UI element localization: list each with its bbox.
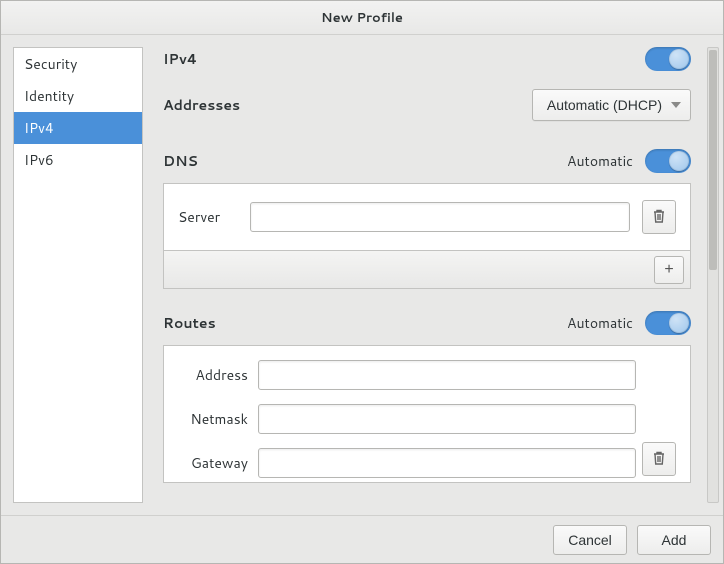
sidebar-item-identity[interactable]: Identity	[14, 80, 142, 112]
toggle-knob	[669, 49, 689, 69]
dialog-footer: Cancel Add	[1, 515, 723, 563]
window-title: New Profile	[321, 9, 403, 27]
dns-server-delete-button[interactable]	[642, 200, 676, 234]
ipv4-heading: IPv4	[163, 49, 197, 69]
route-delete-button[interactable]	[642, 442, 676, 476]
route-address-input[interactable]	[258, 360, 636, 390]
button-label: Cancel	[568, 532, 612, 548]
scrollbar-thumb[interactable]	[709, 50, 717, 270]
settings-sidebar: Security Identity IPv4 IPv6	[13, 47, 143, 503]
addresses-mode-select[interactable]: Automatic (DHCP)	[532, 89, 691, 121]
dns-server-input[interactable]	[250, 202, 630, 232]
routes-heading: Routes	[163, 313, 216, 333]
sidebar-item-ipv4[interactable]: IPv4	[14, 112, 142, 144]
sidebar-item-label: Identity	[24, 86, 74, 106]
dns-heading: DNS	[163, 151, 198, 171]
ipv4-enable-toggle[interactable]	[645, 47, 691, 71]
sidebar-item-ipv6[interactable]: IPv6	[14, 144, 142, 176]
routes-automatic-toggle[interactable]	[645, 311, 691, 335]
toggle-knob	[669, 151, 689, 171]
dns-servers-panel: Server +	[163, 183, 691, 289]
window-titlebar: New Profile	[1, 1, 723, 35]
dns-automatic-toggle[interactable]	[645, 149, 691, 173]
chevron-down-icon	[671, 102, 681, 108]
trash-icon	[652, 208, 666, 227]
route-gateway-input[interactable]	[258, 448, 636, 478]
routes-panel: Address Netmask Gateway	[163, 345, 691, 483]
route-netmask-input[interactable]	[258, 404, 636, 434]
dns-server-label: Server	[178, 207, 238, 227]
content-scrollbar[interactable]	[707, 47, 719, 503]
sidebar-item-label: Security	[24, 54, 77, 74]
sidebar-item-label: IPv6	[24, 150, 54, 170]
add-button[interactable]: Add	[637, 525, 711, 555]
button-label: Add	[662, 532, 687, 548]
toggle-knob	[669, 313, 689, 333]
trash-icon	[652, 450, 666, 469]
route-netmask-label: Netmask	[178, 409, 248, 429]
routes-automatic-label: Automatic	[567, 313, 633, 333]
dns-automatic-label: Automatic	[567, 151, 633, 171]
dns-server-add-button[interactable]: +	[654, 256, 684, 284]
sidebar-item-security[interactable]: Security	[14, 48, 142, 80]
route-gateway-label: Gateway	[178, 453, 248, 473]
addresses-mode-value: Automatic (DHCP)	[547, 97, 662, 113]
ipv4-panel: IPv4 Addresses Automatic (DHCP) DNS Auto…	[163, 47, 705, 503]
cancel-button[interactable]: Cancel	[553, 525, 627, 555]
route-address-label: Address	[178, 365, 248, 385]
sidebar-item-label: IPv4	[24, 118, 54, 138]
addresses-label: Addresses	[163, 95, 240, 115]
plus-icon: +	[664, 262, 673, 278]
